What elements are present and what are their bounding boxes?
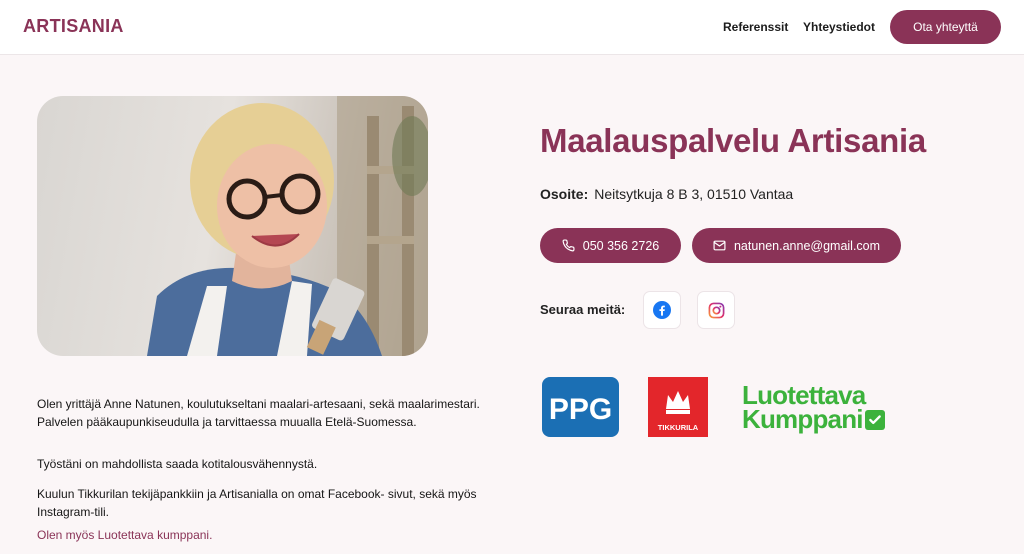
page-title: Maalauspalvelu Artisania: [540, 122, 926, 159]
luotettava-kumppani-logo: Luotettava Kumppani: [742, 382, 902, 434]
address: Osoite: Neitsytkuja 8 B 3, 01510 Vantaa: [540, 186, 793, 202]
contact-cta-button[interactable]: Ota yhteyttä: [890, 10, 1001, 44]
mail-icon: [713, 240, 726, 251]
address-value: Neitsytkuja 8 B 3, 01510 Vantaa: [594, 186, 794, 202]
facebook-button[interactable]: [643, 291, 681, 329]
instagram-button[interactable]: [697, 291, 735, 329]
address-label: Osoite:: [540, 186, 589, 202]
email-address: natunen.anne@gmail.com: [733, 238, 881, 253]
tikkurila-logo-text: TIKKURILA: [658, 423, 699, 432]
ppg-logo-text: PPG: [549, 393, 612, 426]
phone-icon: [562, 239, 575, 252]
site-header: ARTISANIA Referenssit Yhteystiedot Ota y…: [0, 0, 1024, 55]
luotettava-line-2: Kumppani: [742, 404, 864, 434]
site-logo[interactable]: ARTISANIA: [23, 16, 124, 37]
phone-button[interactable]: 050 356 2726: [540, 228, 681, 263]
facebook-icon: [653, 301, 671, 319]
instagram-icon: [708, 302, 724, 318]
luotettava-link[interactable]: Olen myös Luotettava kumppani.: [37, 526, 497, 544]
follow-label: Seuraa meitä:: [540, 302, 626, 317]
checkmark-icon: [864, 410, 885, 430]
intro-paragraph-1: Olen yrittäjä Anne Natunen, koulutukselt…: [37, 397, 480, 429]
phone-number: 050 356 2726: [582, 238, 660, 253]
nav-link-references[interactable]: Referenssit: [723, 20, 788, 34]
nav-link-contacts[interactable]: Yhteystiedot: [803, 20, 875, 34]
intro-paragraph-2: Työstäni on mahdollista saada kotitalous…: [37, 457, 318, 471]
tikkurila-logo: TIKKURILA: [648, 377, 708, 437]
email-button[interactable]: natunen.anne@gmail.com: [692, 228, 901, 263]
portrait-photo: [37, 96, 428, 356]
intro-paragraph-3: Kuulun Tikkurilan tekijäpankkiin ja Arti…: [37, 487, 477, 519]
ppg-logo: PPG: [542, 377, 619, 437]
